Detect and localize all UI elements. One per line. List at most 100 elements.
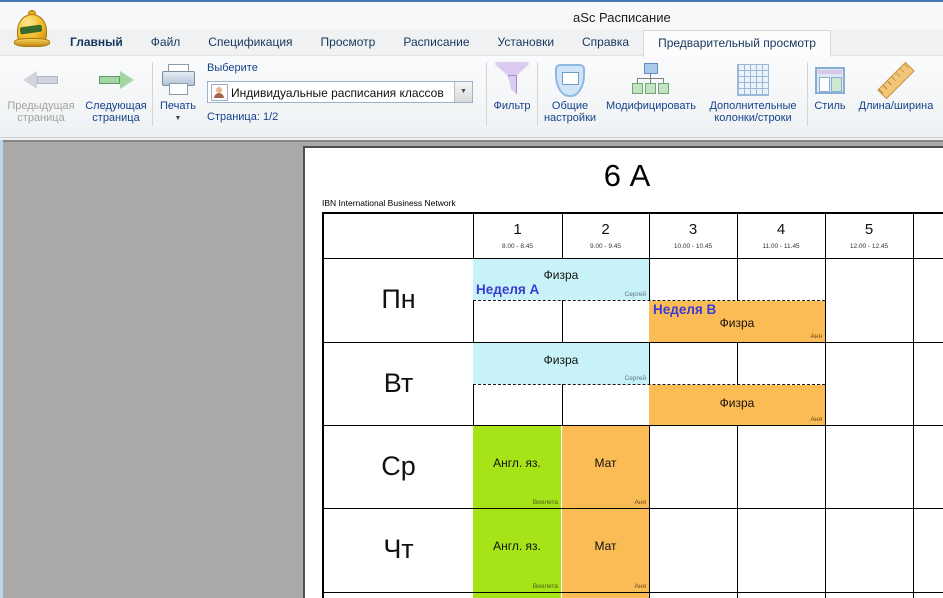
lesson-subject: Мат: [562, 456, 649, 470]
general-settings-button[interactable]: Общие настройки: [539, 60, 601, 124]
titlebar: aSc Расписание: [0, 2, 943, 30]
tab-timetable[interactable]: Расписание: [389, 30, 483, 56]
modify-label: Модифицировать: [606, 100, 696, 112]
chevron-down-icon: ▼: [455, 88, 472, 95]
print-dropdown-caret-icon[interactable]: ▼: [155, 113, 201, 125]
filter-button[interactable]: Фильтр: [488, 60, 536, 112]
preview-page: 6 А IBN International Business Network 1…: [303, 146, 943, 598]
combobox-value: Индивидуальные расписания классов: [231, 86, 444, 100]
group-separator: [807, 62, 808, 126]
day-name: Вт: [324, 368, 473, 399]
filter-label: Фильтр: [494, 100, 531, 112]
prev-page-button[interactable]: Предыдущая страница: [2, 60, 80, 124]
lesson-subject: Англ. яз.: [473, 456, 561, 470]
timetable-grid: 1 8.00 - 8.45 2 9.00 - 9.45 3 10.00 - 10…: [322, 212, 943, 598]
style-button[interactable]: Стиль: [809, 60, 851, 112]
general-settings-label: Общие настройки: [544, 100, 596, 124]
lesson-cell: Англ. яз. Виолета: [473, 426, 561, 508]
grid-icon: [737, 64, 769, 96]
lesson-subject: Англ. яз.: [473, 539, 561, 553]
select-report-label: Выберите: [207, 62, 258, 74]
grid-vline: [913, 214, 914, 598]
asc-bell-logo[interactable]: [10, 6, 52, 52]
report-type-combobox[interactable]: Индивидуальные расписания классов ▼: [207, 81, 473, 103]
page-status: Страница: 1/2: [207, 111, 278, 123]
arrow-left-icon: [21, 71, 61, 89]
lesson-subject: Физра: [649, 316, 825, 330]
lesson-teacher: Виолета: [533, 499, 558, 506]
group-separator: [486, 62, 487, 126]
ruler-icon: [877, 61, 914, 98]
combobox-dropdown-button[interactable]: ▼: [454, 82, 472, 102]
extra-columns-rows-button[interactable]: Дополнительные колонки/строки: [701, 60, 805, 124]
period-time: 9.00 - 9.45: [562, 243, 649, 250]
lesson-teacher: Сергей: [625, 375, 646, 382]
lesson-cell: [473, 593, 561, 598]
org-chart-icon: [631, 63, 671, 97]
period-number: 4: [737, 221, 825, 238]
lesson-subject: Физра: [649, 396, 825, 410]
period-time: 8.00 - 8.45: [473, 243, 562, 250]
period-time: 10.00 - 10.45: [649, 243, 737, 250]
period-number: 1: [473, 221, 562, 238]
next-page-button[interactable]: Следующая страница: [80, 60, 152, 124]
tab-help[interactable]: Справка: [568, 30, 643, 56]
window-left-border: [0, 140, 3, 598]
style-label: Стиль: [814, 100, 845, 112]
group-separator: [152, 62, 153, 126]
length-width-button[interactable]: Длина/ширина: [851, 60, 941, 112]
lesson-teacher: Аня: [811, 333, 822, 340]
person-icon: [211, 84, 228, 101]
day-name: Пн: [324, 284, 473, 315]
next-page-label: Следующая страница: [85, 100, 147, 124]
lesson-cell: Мат Аня: [562, 426, 649, 508]
lesson-subject: Физра: [473, 353, 649, 367]
school-name: IBN International Business Network: [322, 198, 456, 208]
tab-view[interactable]: Просмотр: [307, 30, 390, 56]
period-time: 12.00 - 12.45: [825, 243, 913, 250]
lesson-cell: Физра Аня: [649, 385, 825, 425]
day-name: Чт: [324, 534, 473, 565]
period-number: 2: [562, 221, 649, 238]
ribbon-tab-bar: Главный Файл Спецификация Просмотр Распи…: [0, 30, 943, 56]
week-b-label: Неделя B: [653, 302, 716, 317]
lesson-teacher: Сергей: [625, 291, 646, 298]
window-title: aSc Расписание: [573, 10, 671, 25]
length-width-label: Длина/ширина: [859, 100, 934, 112]
modify-button[interactable]: Модифицировать: [601, 60, 701, 112]
shield-settings-icon: [555, 64, 585, 97]
print-button[interactable]: Печать ▼: [155, 60, 201, 125]
print-label: Печать: [160, 100, 196, 112]
tab-file[interactable]: Файл: [137, 30, 195, 56]
group-separator: [537, 62, 538, 126]
period-number: 5: [825, 221, 913, 238]
lesson-subject: Физра: [473, 268, 649, 282]
filter-funnel-icon: [494, 63, 530, 97]
period-number: 3: [649, 221, 737, 238]
ribbon-tabs: Главный Файл Спецификация Просмотр Распи…: [56, 30, 943, 56]
period-time: 11.00 - 11.45: [737, 243, 825, 250]
tab-print-preview[interactable]: Предварительный просмотр: [643, 30, 831, 57]
lesson-teacher: Аня: [811, 416, 822, 423]
tab-settings[interactable]: Установки: [484, 30, 568, 56]
lesson-cell: Англ. яз. Виолета: [473, 509, 561, 592]
tab-specification[interactable]: Спецификация: [194, 30, 306, 56]
week-a-label: Неделя A: [476, 282, 539, 297]
lesson-cell: Неделя B Физра Аня: [649, 301, 825, 342]
lesson-teacher: Виолета: [533, 583, 558, 590]
style-panels-icon: [815, 67, 845, 94]
class-title: 6 А: [535, 158, 719, 194]
extra-columns-rows-label: Дополнительные колонки/строки: [709, 100, 796, 124]
tab-main[interactable]: Главный: [56, 30, 137, 56]
arrow-right-icon: [96, 71, 136, 89]
lesson-cell: [562, 593, 649, 598]
lesson-subject: Мат: [562, 539, 649, 553]
lesson-cell: Физра Сергей: [473, 343, 649, 384]
lesson-teacher: Аня: [635, 499, 646, 506]
grid-vline: [825, 214, 826, 598]
ribbon-toolbar: Предыдущая страница Следующая страница П…: [0, 56, 943, 138]
day-name: Ср: [324, 451, 473, 482]
prev-page-label: Предыдущая страница: [7, 100, 74, 124]
lesson-cell: Мат Аня: [562, 509, 649, 592]
lesson-teacher: Аня: [635, 583, 646, 590]
